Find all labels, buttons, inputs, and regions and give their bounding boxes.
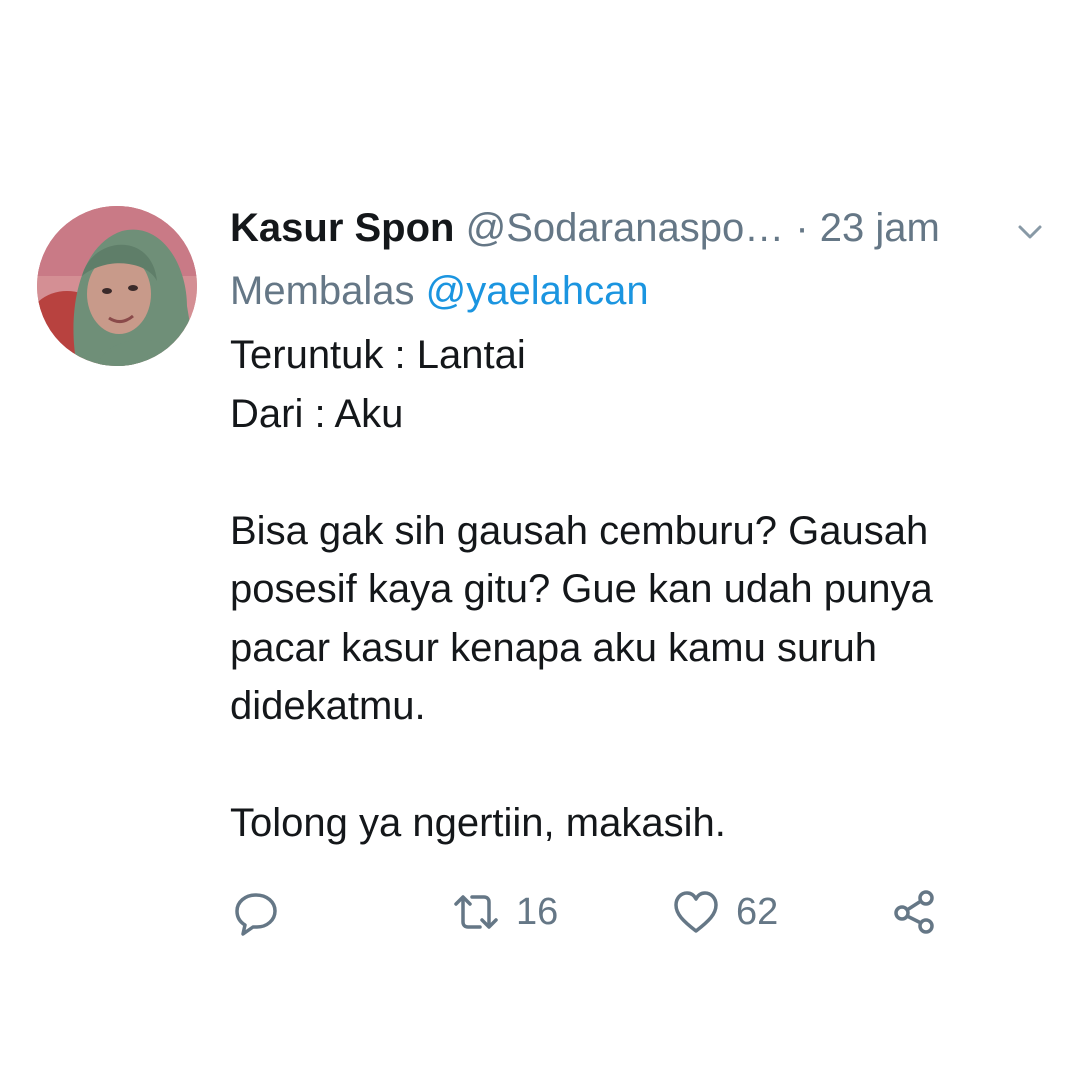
like-button[interactable]: 62 bbox=[670, 884, 778, 940]
reply-button[interactable] bbox=[230, 884, 282, 940]
tweet-text-line: Dari : Aku bbox=[230, 391, 404, 436]
retweet-icon bbox=[450, 886, 502, 938]
tweet-text-line bbox=[230, 443, 1030, 502]
tweet-actions: 16 62 bbox=[230, 884, 990, 940]
like-count: 62 bbox=[736, 890, 779, 933]
user-handle[interactable]: @Sodaranaspo… bbox=[466, 206, 785, 250]
chevron-down-icon[interactable] bbox=[1010, 212, 1050, 252]
share-button[interactable] bbox=[888, 884, 940, 940]
reply-icon bbox=[230, 886, 282, 938]
tweet-card: Kasur Spon @Sodaranaspo… · 23 jam Membal… bbox=[0, 0, 1080, 1080]
heart-icon bbox=[670, 886, 722, 938]
separator-dot: · bbox=[795, 206, 809, 250]
reply-target-link[interactable]: @yaelahcan bbox=[426, 269, 649, 313]
display-name[interactable]: Kasur Spon bbox=[230, 206, 454, 250]
reply-context: Membalas @yaelahcan bbox=[230, 263, 649, 319]
avatar[interactable] bbox=[37, 206, 197, 366]
retweet-count: 16 bbox=[516, 890, 559, 933]
tweet-text-line: Tolong ya ngertiin, makasih. bbox=[230, 801, 726, 845]
tweet-text-line bbox=[230, 736, 1030, 795]
tweet-text-line: posesif kaya gitu? Gue kan udah punya bbox=[230, 567, 933, 611]
tweet-text-line: Teruntuk : Lantai bbox=[230, 333, 526, 377]
retweet-button[interactable]: 16 bbox=[450, 884, 558, 940]
share-icon bbox=[888, 886, 940, 938]
timestamp[interactable]: 23 jam bbox=[820, 206, 940, 250]
tweet-text-line: pacar kasur kenapa aku kamu suruh bbox=[230, 625, 878, 670]
tweet-text: Teruntuk : Lantai Dari : Aku Bisa gak si… bbox=[230, 326, 1030, 853]
tweet-header: Kasur Spon @Sodaranaspo… · 23 jam bbox=[230, 200, 990, 256]
tweet-text-line: Bisa gak sih gausah cemburu? Gausah bbox=[230, 508, 929, 553]
reply-prefix: Membalas bbox=[230, 269, 415, 313]
tweet-text-line: didekatmu. bbox=[230, 684, 426, 728]
